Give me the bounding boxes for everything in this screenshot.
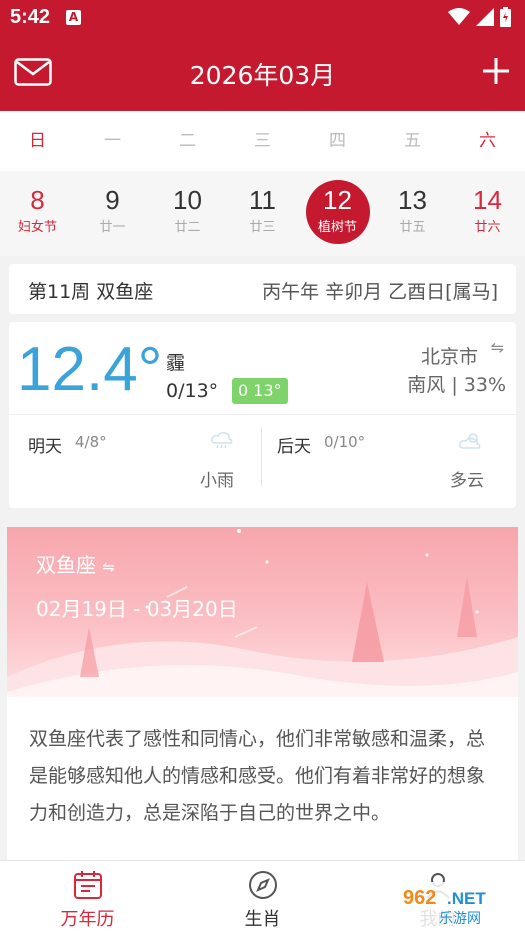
day-cell[interactable]: 10 廿二 (150, 171, 225, 256)
tomorrow-label: 明天 (28, 437, 62, 457)
zodiac-banner: 双鱼座 ⇋ 02月19日 - 03月20日 (7, 527, 518, 697)
zodiac-description: 双鱼座代表了感性和同情心，他们非常敏感和温柔，总是能够感知他人的情感和感受。他们… (29, 728, 486, 824)
wind-humidity: 南风 | 33% (407, 374, 506, 396)
plus-icon[interactable] (481, 56, 511, 86)
aqi-badge: 0 13° (232, 378, 288, 404)
weekday-label: 二 (179, 131, 196, 151)
divider (9, 414, 516, 415)
battery-icon (500, 7, 511, 27)
day-cell[interactable]: 11 廿三 (225, 171, 300, 256)
tomorrow-desc: 小雨 (200, 471, 234, 491)
weekday-label: 三 (254, 131, 271, 151)
day-lunar: 妇女节 (17, 220, 57, 235)
tab-label: 生肖 (244, 909, 281, 930)
date-info-bar[interactable]: 第11周 双鱼座 丙午年 辛卯月 乙酉日[属马] (9, 264, 516, 314)
tab-zodiac[interactable]: 生肖 (175, 861, 350, 933)
svg-text:乐游网: 乐游网 (439, 911, 481, 927)
city-name[interactable]: 北京市 (421, 342, 478, 369)
day-lunar: 廿二 (174, 220, 201, 235)
day-lunar: 植树节 (317, 220, 357, 235)
weekday-label: 一 (104, 131, 121, 151)
wifi-icon (448, 8, 470, 25)
day-number: 10 (173, 185, 202, 215)
current-temperature: 12.4° (17, 335, 163, 404)
compass-icon (248, 871, 277, 899)
day-cell[interactable]: 9 廿一 (75, 171, 150, 256)
week-zodiac-text: 第11周 双鱼座 (28, 281, 154, 303)
ganzhi-text: 丙午年 辛卯月 乙酉日[属马] (262, 281, 498, 303)
after-tomorrow-range: 0/10° (324, 433, 366, 451)
notification-badge: A (66, 10, 81, 25)
cloudy-icon (459, 433, 481, 449)
day-number: 12 (323, 185, 352, 215)
day-lunar: 廿六 (474, 220, 501, 235)
zodiac-date-range: 02月19日 - 03月20日 (36, 597, 238, 621)
day-number: 8 (30, 185, 45, 215)
svg-text:.NET: .NET (447, 889, 486, 908)
weather-card[interactable]: 12.4° 霾 0/13° 0 13° 北京市 ⇋ 南风 | 33% 明天 4/… (9, 322, 516, 508)
week-days-strip: 8 妇女节 9 廿一 10 廿二 11 廿三 12 植树节 13 廿五 14 廿… (0, 171, 525, 256)
day-number: 11 (249, 185, 276, 215)
weekday-label: 日 (29, 131, 46, 151)
day-lunar: 廿五 (399, 220, 426, 235)
svg-text:962: 962 (403, 887, 436, 909)
day-cell[interactable]: 13 廿五 (375, 171, 450, 256)
system-icons (448, 7, 511, 27)
after-tomorrow-label: 后天 (277, 437, 311, 457)
site-watermark: 962 .NET 乐游网 (395, 882, 519, 928)
switch-zodiac-icon[interactable]: ⇋ (102, 558, 115, 576)
weekday-label: 四 (329, 131, 346, 151)
after-tomorrow-desc: 多云 (450, 471, 484, 491)
week-header: 日 一 二 三 四 五 六 (0, 111, 525, 171)
signal-icon (476, 8, 494, 26)
switch-city-icon[interactable]: ⇋ (491, 338, 504, 357)
status-bar: 5:42 A (0, 0, 525, 36)
day-lunar: 廿三 (249, 220, 276, 235)
day-cell[interactable]: 14 廿六 (450, 171, 525, 256)
zodiac-name: 双鱼座 ⇋ (36, 549, 115, 578)
temperature-range: 0/13° (166, 380, 219, 402)
weekday-label: 五 (404, 131, 421, 151)
rain-icon (211, 432, 233, 449)
calendar-icon (73, 871, 102, 899)
weekday-label: 六 (479, 131, 496, 151)
app-header: 2026年03月 (0, 36, 525, 111)
weather-condition: 霾 (166, 352, 186, 374)
tab-label: 万年历 (60, 909, 115, 930)
status-time: 5:42 (10, 6, 51, 28)
day-number: 14 (473, 185, 502, 215)
day-cell-selected[interactable]: 12 植树节 (300, 171, 375, 256)
tomorrow-range: 4/8° (75, 433, 107, 451)
zodiac-name-text: 双鱼座 (36, 553, 96, 577)
page-title: 2026年03月 (189, 61, 336, 90)
day-number: 9 (105, 185, 120, 215)
day-cell[interactable]: 8 妇女节 (0, 171, 75, 256)
day-lunar: 廿一 (99, 220, 126, 235)
divider (261, 428, 262, 486)
day-number: 13 (398, 185, 427, 215)
tab-calendar[interactable]: 万年历 (0, 861, 175, 933)
